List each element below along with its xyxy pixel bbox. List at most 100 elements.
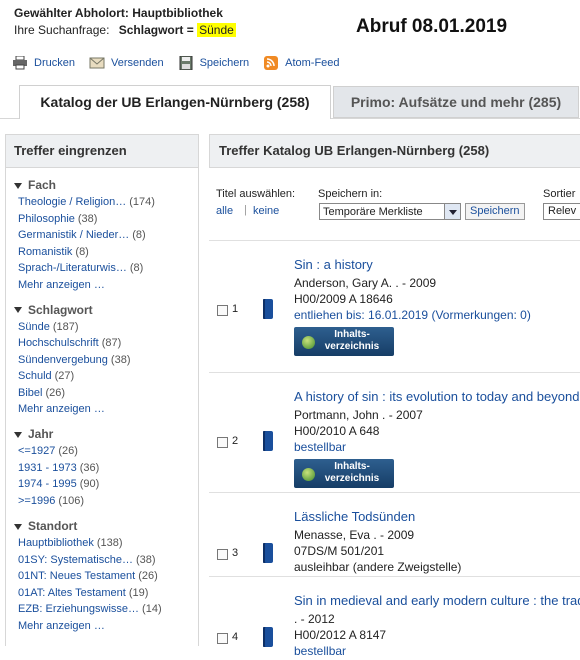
book-icon [263,543,273,563]
facet-item-link[interactable]: Sündenvergebung [18,354,108,366]
facet-item-link[interactable]: 01AT: Altes Testament [18,587,126,599]
facet-item-count: (138) [96,537,123,549]
collapse-triangle-icon [14,307,22,314]
result-title-link[interactable]: Sin : a history [294,257,373,272]
result-title-link[interactable]: Sin in medieval and early modern culture… [294,593,580,608]
sort-label: Sortier [543,188,576,200]
result-status[interactable]: entliehen bis: 16.01.2019 (Vormerkungen:… [294,307,531,324]
facet-item-count: (38) [110,353,131,366]
facet-item-count: (8) [129,262,144,274]
facet-item-link[interactable]: Hauptbibliothek [18,537,94,549]
show-more-link[interactable]: Mehr anzeigen … [14,277,198,293]
facet-item-link[interactable]: 1931 - 1973 [18,462,77,474]
print-button[interactable]: Drucken [12,56,75,70]
facet-item-count: (19) [128,586,149,599]
facet-item-count: (187) [52,320,79,333]
facet-item-link[interactable]: Romanistik [18,246,72,258]
facet-item-count: (8) [75,245,89,258]
facet-title[interactable]: Schlagwort [14,303,198,317]
result-author: Portmann, John . - 2007 [294,408,423,422]
result-number: 3 [232,547,239,559]
facet-title[interactable]: Fach [14,178,198,192]
globe-icon [302,336,315,349]
show-more-link[interactable]: Mehr anzeigen … [14,401,198,417]
facet-item-link[interactable]: 01SY: Systematische… [18,554,133,566]
facet-item-link[interactable]: 01NT: Neues Testament [18,570,135,582]
facet-item-link[interactable]: Philosophie [18,213,75,225]
facet-item-count: (14) [142,603,162,615]
result-number: 1 [232,303,239,315]
book-icon [263,627,273,647]
facet-item: Germanistik / Nieder… (8) [14,227,198,244]
globe-icon [302,468,315,481]
facet-item-link[interactable]: Sprach-/Literaturwis… [18,262,127,274]
results-title: Treffer Katalog UB Erlangen-Nürnberg (25… [209,134,580,168]
facet-item-count: (174) [129,196,155,208]
floppy-disk-icon [179,56,193,70]
facet-item-link[interactable]: Schuld [18,370,52,382]
facet-item-link[interactable]: Theologie / Religion… [18,196,126,208]
facet-item: EZB: Erziehungswisse… (14) [14,601,198,618]
facet-item-link[interactable]: 1974 - 1995 [18,478,77,490]
result-checkbox[interactable] [217,305,228,316]
action-toolbar: Drucken Versenden Speichern Atom-Feed [12,56,354,70]
save-in-label: Speichern in: [318,188,383,200]
result-status[interactable]: bestellbar [294,439,346,456]
table-of-contents-button[interactable]: Inhalts-verzeichnis [294,459,394,488]
sort-select[interactable]: Relev [543,203,580,220]
tab-catalog[interactable]: Katalog der UB Erlangen-Nürnberg (258) [19,85,331,119]
result-number: 4 [232,631,239,643]
facet-item: Romanistik (8) [14,244,198,261]
facet-item-count: (8) [132,229,146,241]
save-to-list-button[interactable]: Speichern [465,203,525,220]
facet-item-count: (26) [45,386,66,399]
facet-group: Standort Hauptbibliothek (138) 01SY: System… [6,519,198,634]
save-target-select[interactable]: Temporäre Merkliste [319,203,461,220]
result-separator [209,372,580,373]
printer-icon [13,56,27,70]
facet-item: 01NT: Neues Testament (26) [14,568,198,585]
query-value: Sünde [197,23,236,37]
select-titles-label: Titel auswählen: [216,188,296,200]
result-title-link[interactable]: Lässliche Todsünden [294,509,415,524]
collapse-triangle-icon [14,431,22,438]
facet-item: >=1996 (106) [14,493,198,510]
result-checkbox[interactable] [217,633,228,644]
result-signature: H00/2012 A 8147 [294,628,387,642]
facet-sidebar: Treffer eingrenzen Fach Theologie / Relig… [5,134,199,646]
facet-item-count: (26) [138,570,158,582]
tab-primo[interactable]: Primo: Aufsätze und mehr (285) [333,86,579,118]
facet-item-link[interactable]: Bibel [18,387,42,399]
facet-item-link[interactable]: <=1927 [18,445,55,457]
facet-item: Hochschulschrift (87) [14,335,198,352]
facet-item-count: (26) [58,445,78,457]
book-icon [263,431,273,451]
facet-group: Schlagwort Sünde (187) Hochschulschrift (87)… [6,303,198,418]
result-checkbox[interactable] [217,437,228,448]
facet-title[interactable]: Standort [14,519,198,533]
facet-item-link[interactable]: Germanistik / Nieder… [18,229,129,241]
result-title-link[interactable]: A history of sin : its evolution to toda… [294,389,579,404]
table-of-contents-button[interactable]: Inhalts-verzeichnis [294,327,394,356]
select-none-link[interactable]: keine [253,205,279,217]
facet-item-link[interactable]: Hochschulschrift [18,337,99,349]
facet-item-link[interactable]: Sünde [18,321,50,333]
facet-title[interactable]: Jahr [14,427,198,441]
save-button[interactable]: Speichern [178,56,249,70]
result-separator [209,240,580,241]
pickup-location: Gewählter Abholort: Hauptbibliothek [14,6,223,20]
facet-item-count: (90) [79,478,100,490]
show-more-link[interactable]: Mehr anzeigen … [14,618,198,634]
facet-item-link[interactable]: >=1996 [18,495,55,507]
facet-item-link[interactable]: EZB: Erziehungswisse… [18,603,139,615]
atom-feed-button[interactable]: Atom-Feed [263,56,340,70]
facet-item: Hauptbibliothek (138) [14,535,198,552]
send-button[interactable]: Versenden [89,56,164,70]
book-icon [263,299,273,319]
facet-item: Schuld (27) [14,368,198,385]
facet-item-count: (38) [77,212,98,225]
result-checkbox[interactable] [217,549,228,560]
envelope-icon [89,57,105,69]
select-all-link[interactable]: alle [216,205,233,217]
result-status[interactable]: bestellbar [294,643,346,660]
